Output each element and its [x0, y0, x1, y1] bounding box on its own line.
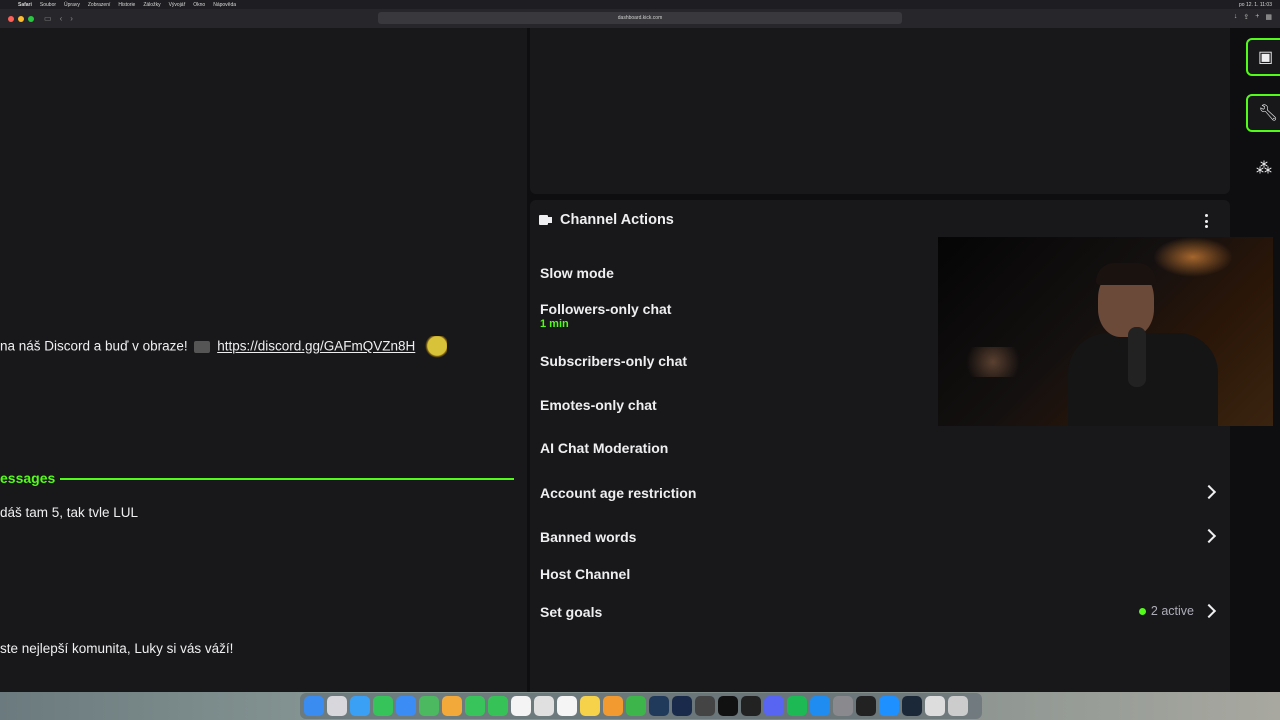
reminders-icon[interactable] [557, 696, 577, 716]
facetime-icon[interactable] [465, 696, 485, 716]
address-bar[interactable]: dashboard.kick.com [378, 12, 902, 24]
menu-window[interactable]: Okno [193, 2, 205, 8]
followers-only-duration: 1 min [540, 318, 569, 330]
photoshop-icon[interactable] [672, 696, 692, 716]
channel-actions-icon [538, 214, 552, 226]
app-store-icon[interactable] [810, 696, 830, 716]
documents-icon[interactable] [925, 696, 945, 716]
chatgpt-icon[interactable] [695, 696, 715, 716]
chat-message: ste nejlepší komunita, Luky si vás váží! [0, 641, 234, 656]
menu-edit[interactable]: Úpravy [64, 2, 80, 8]
address-url: dashboard.kick.com [617, 15, 663, 21]
quicktime-icon[interactable] [879, 696, 899, 716]
mail-icon[interactable] [396, 696, 416, 716]
tab-overview-icon[interactable]: ▦ [1265, 13, 1272, 21]
chat-panel: na náš Discord a buď v obraze! https://d… [0, 28, 527, 692]
chat-message-text: na náš Discord a buď v obraze! [0, 338, 188, 354]
subscribers-only-toggle[interactable]: Subscribers-only chat [540, 353, 687, 369]
finder-icon[interactable] [304, 696, 324, 716]
menu-history[interactable]: Historie [118, 2, 135, 8]
chat-message: dáš tam 5, tak tvle LUL [0, 505, 139, 520]
top-card [530, 28, 1230, 194]
apple-tv-icon[interactable] [718, 696, 738, 716]
set-goals-item[interactable]: Set goals [540, 604, 602, 620]
channel-actions-sidebar-button[interactable]: ▣ [1246, 38, 1280, 76]
photos-icon[interactable] [442, 696, 462, 716]
streamer-figure [1068, 263, 1218, 426]
menu-app-safari[interactable]: Safari [18, 2, 32, 8]
back-icon[interactable]: ‹ [60, 14, 63, 23]
macos-dock [300, 693, 982, 719]
megaphone-emote-icon [194, 341, 211, 353]
host-channel-item[interactable]: Host Channel [540, 566, 630, 582]
new-messages-label: essages [0, 470, 56, 486]
browser-toolbar: ▭ ‹ › dashboard.kick.com ↓ ⇪ + ▦ [0, 9, 1280, 28]
minimize-window-button[interactable] [18, 15, 24, 22]
discord-icon[interactable] [764, 696, 784, 716]
cluster-icon[interactable]: ⁂ [1256, 158, 1272, 178]
notes-icon[interactable] [580, 696, 600, 716]
safari-icon[interactable] [350, 696, 370, 716]
lightroom-icon[interactable] [649, 696, 669, 716]
calendar-icon[interactable] [511, 696, 531, 716]
chat-message-discord: na náš Discord a buď v obraze! https://d… [0, 336, 448, 358]
share-icon[interactable]: ⇪ [1243, 13, 1249, 21]
contacts-icon[interactable] [534, 696, 554, 716]
zoom-window-button[interactable] [28, 15, 34, 22]
system-settings-icon[interactable] [833, 696, 853, 716]
obs-icon[interactable] [741, 696, 761, 716]
capcut-icon[interactable] [856, 696, 876, 716]
menu-bookmarks[interactable]: Záložky [143, 2, 160, 8]
emotes-only-toggle[interactable]: Emotes-only chat [540, 397, 657, 413]
goals-status: 2 active [1138, 604, 1194, 618]
menu-developer[interactable]: Vývojář [169, 2, 186, 8]
active-dot-icon [1138, 607, 1146, 615]
webcam-overlay [938, 237, 1273, 426]
trash-icon[interactable] [948, 696, 968, 716]
chevron-right-icon[interactable] [1201, 603, 1217, 619]
spotify-icon[interactable] [787, 696, 807, 716]
channel-actions-header: Channel Actions [538, 212, 674, 228]
macos-menubar: Safari Soubor Úpravy Zobrazení Historie … [0, 0, 1280, 9]
new-tab-icon[interactable]: + [1255, 13, 1259, 21]
menu-file[interactable]: Soubor [40, 2, 56, 8]
slow-mode-toggle[interactable]: Slow mode [540, 265, 614, 281]
tools-sidebar-button[interactable]: 🔧︎ [1246, 94, 1280, 132]
desk-items [958, 347, 1028, 377]
close-window-button[interactable] [8, 15, 14, 22]
messages-icon[interactable] [373, 696, 393, 716]
window-controls [8, 15, 34, 22]
channel-actions-title: Channel Actions [560, 212, 674, 228]
discord-link[interactable]: https://discord.gg/GAFmQVZn8H [217, 339, 415, 354]
pages-icon[interactable] [603, 696, 623, 716]
new-messages-divider [60, 478, 514, 480]
sidebar-toggle-icon[interactable]: ▭ [44, 14, 52, 23]
maps-icon[interactable] [419, 696, 439, 716]
banned-words-item[interactable]: Banned words [540, 529, 636, 545]
channel-actions-icon: ▣ [1258, 49, 1274, 66]
emote-icon [425, 336, 448, 358]
phone-icon[interactable] [488, 696, 508, 716]
followers-only-toggle[interactable]: Followers-only chat [540, 301, 671, 317]
ai-chat-moderation-toggle[interactable]: AI Chat Moderation [540, 440, 668, 456]
download-icon[interactable]: ↓ [1234, 13, 1238, 21]
chevron-right-icon[interactable] [1201, 528, 1217, 544]
menu-help[interactable]: Nápověda [213, 2, 236, 8]
goals-active-count: 2 active [1150, 604, 1194, 618]
kebab-menu-icon[interactable] [1202, 214, 1210, 228]
steam-icon[interactable] [902, 696, 922, 716]
launchpad-icon[interactable] [327, 696, 347, 716]
menubar-clock[interactable]: po 12. 1. 11:03 [1239, 2, 1272, 8]
account-age-restriction-item[interactable]: Account age restriction [540, 485, 696, 501]
numbers-icon[interactable] [626, 696, 646, 716]
menu-view[interactable]: Zobrazení [88, 2, 111, 8]
forward-icon[interactable]: › [70, 14, 73, 23]
chevron-right-icon[interactable] [1201, 484, 1217, 500]
microphone-icon [1128, 327, 1146, 387]
wrench-icon: 🔧︎ [1258, 105, 1279, 122]
